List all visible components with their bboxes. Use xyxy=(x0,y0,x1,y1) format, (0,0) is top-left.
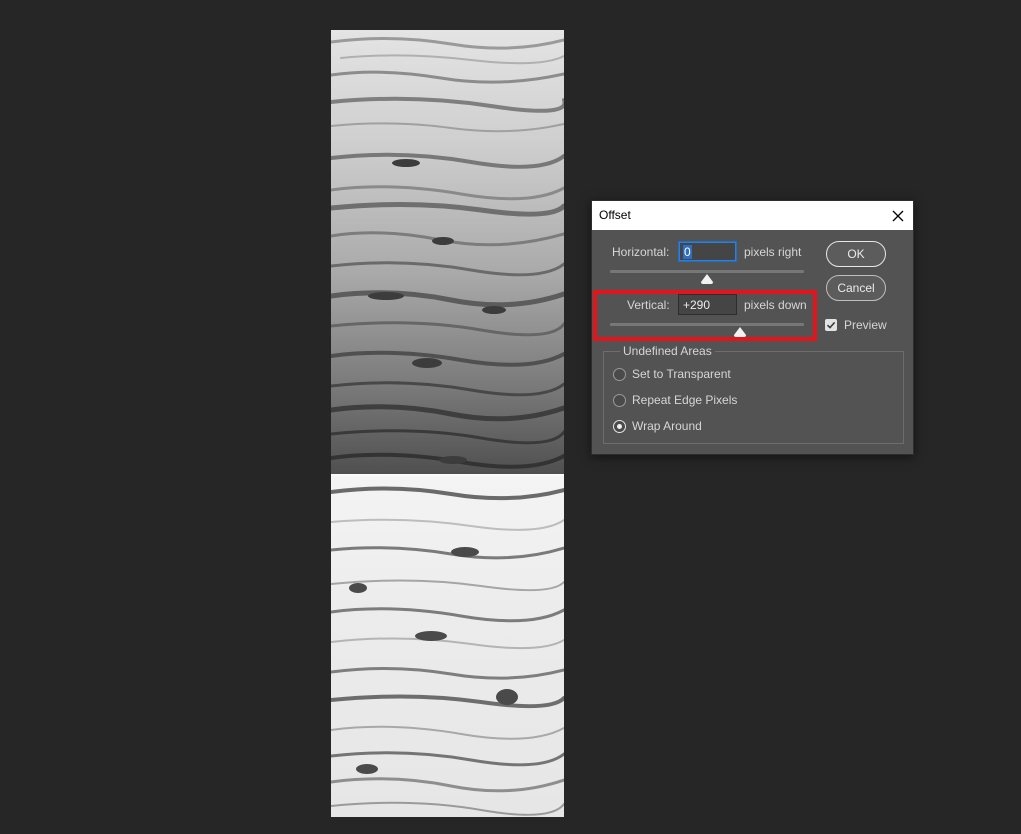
option-set-to-transparent-label: Set to Transparent xyxy=(632,367,731,381)
offset-dialog: Offset Horizontal: 0 pixels right Vertic… xyxy=(591,200,914,455)
undefined-areas-group: Undefined Areas Set to Transparent Repea… xyxy=(603,344,904,444)
horizontal-unit-label: pixels right xyxy=(744,245,802,259)
cancel-button[interactable]: Cancel xyxy=(826,275,886,301)
document-canvas[interactable] xyxy=(331,30,564,817)
dialog-titlebar[interactable]: Offset xyxy=(592,201,913,230)
texture-bottom-half xyxy=(331,476,564,817)
undefined-areas-title: Undefined Areas xyxy=(620,344,715,358)
horizontal-value: 0 xyxy=(683,245,692,259)
dialog-title: Offset xyxy=(599,208,631,222)
horizontal-slider-track[interactable] xyxy=(610,270,804,273)
vertical-highlight-box xyxy=(593,290,817,341)
horizontal-slider-thumb[interactable] xyxy=(701,274,713,284)
radio-set-to-transparent[interactable] xyxy=(613,368,626,381)
horizontal-input[interactable]: 0 xyxy=(678,241,737,262)
texture-top-half xyxy=(331,30,564,475)
ok-button[interactable]: OK xyxy=(826,241,886,267)
radio-wrap-around[interactable] xyxy=(613,420,626,433)
radio-repeat-edge-pixels[interactable] xyxy=(613,394,626,407)
close-icon[interactable] xyxy=(887,205,909,227)
preview-label: Preview xyxy=(844,318,887,332)
checkmark-icon xyxy=(826,321,836,329)
preview-checkbox[interactable] xyxy=(825,319,837,331)
option-repeat-edge-pixels-label: Repeat Edge Pixels xyxy=(632,393,738,407)
horizontal-label: Horizontal: xyxy=(612,245,670,259)
option-wrap-around-label: Wrap Around xyxy=(632,419,702,433)
